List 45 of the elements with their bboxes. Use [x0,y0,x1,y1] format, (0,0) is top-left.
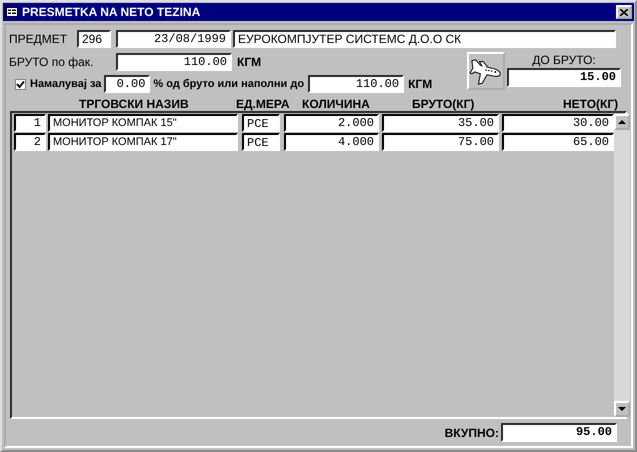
column-header: ТРГОВСКИ НАЗИВ [79,97,190,111]
to-gross-label: ДО БРУТО: [531,52,597,68]
date-field[interactable]: 23/08/1999 [116,30,231,48]
to-gross-field[interactable]: 15.00 [507,68,621,87]
column-header: ЕД.МЕРА [236,97,291,111]
scroll-down-button[interactable] [614,401,630,417]
column-header: КОЛИЧИНА [302,97,371,111]
form-icon [6,7,18,17]
product-name-cell[interactable]: МОНИТОР КОМПАК 17" [48,133,238,151]
close-button[interactable] [616,5,632,19]
subject-label: ПРЕДМЕТ [9,32,68,46]
unit-label: КГМ [237,55,262,69]
fill-up-label: % од бруто или наполни до [153,78,304,90]
up-arrow-icon [618,120,626,124]
subject-number-field[interactable]: 296 [77,30,111,48]
close-icon [620,8,628,16]
unit-cell[interactable]: PCE [242,114,280,132]
reduce-label: Намалувај за [30,78,102,90]
product-name-cell[interactable]: МОНИТОР КОМПАК 15" [48,114,238,132]
net-cell[interactable]: 65.00 [502,133,614,151]
scrollbar[interactable] [614,114,630,417]
row-number-cell[interactable]: 1 [14,114,46,132]
column-header: НЕТО(КГ) [563,97,618,111]
gross-label: БРУТО по фак. [9,55,94,69]
target-field[interactable]: 110.00 [308,75,404,93]
column-header: БРУТО(КГ) [412,97,476,111]
unit-cell[interactable]: PCE [242,133,280,151]
company-field[interactable]: ЕУРОКОМПЈУТЕР СИСТЕМС Д.О.О СК [233,30,616,48]
reduce-checkbox[interactable] [15,78,26,90]
window-title: PRESMETKA NA NETO TEZINA [22,5,202,19]
quantity-cell[interactable]: 4.000 [284,133,379,151]
net-cell[interactable]: 30.00 [502,114,614,132]
row-number-cell[interactable]: 2 [14,133,46,151]
gross-field[interactable]: 110.00 [116,53,232,71]
scroll-up-button[interactable] [614,114,630,130]
plane-button[interactable] [467,52,505,90]
airplane-icon [469,56,503,86]
total-label: ВКУПНО: [444,426,499,440]
percent-field[interactable]: 0.00 [104,75,150,93]
gross-cell[interactable]: 35.00 [382,114,499,132]
unit-label: КГМ [408,77,432,91]
quantity-cell[interactable]: 2.000 [284,114,379,132]
gross-cell[interactable]: 75.00 [382,133,499,151]
down-arrow-icon [618,407,626,411]
total-field[interactable]: 95.00 [501,423,617,442]
